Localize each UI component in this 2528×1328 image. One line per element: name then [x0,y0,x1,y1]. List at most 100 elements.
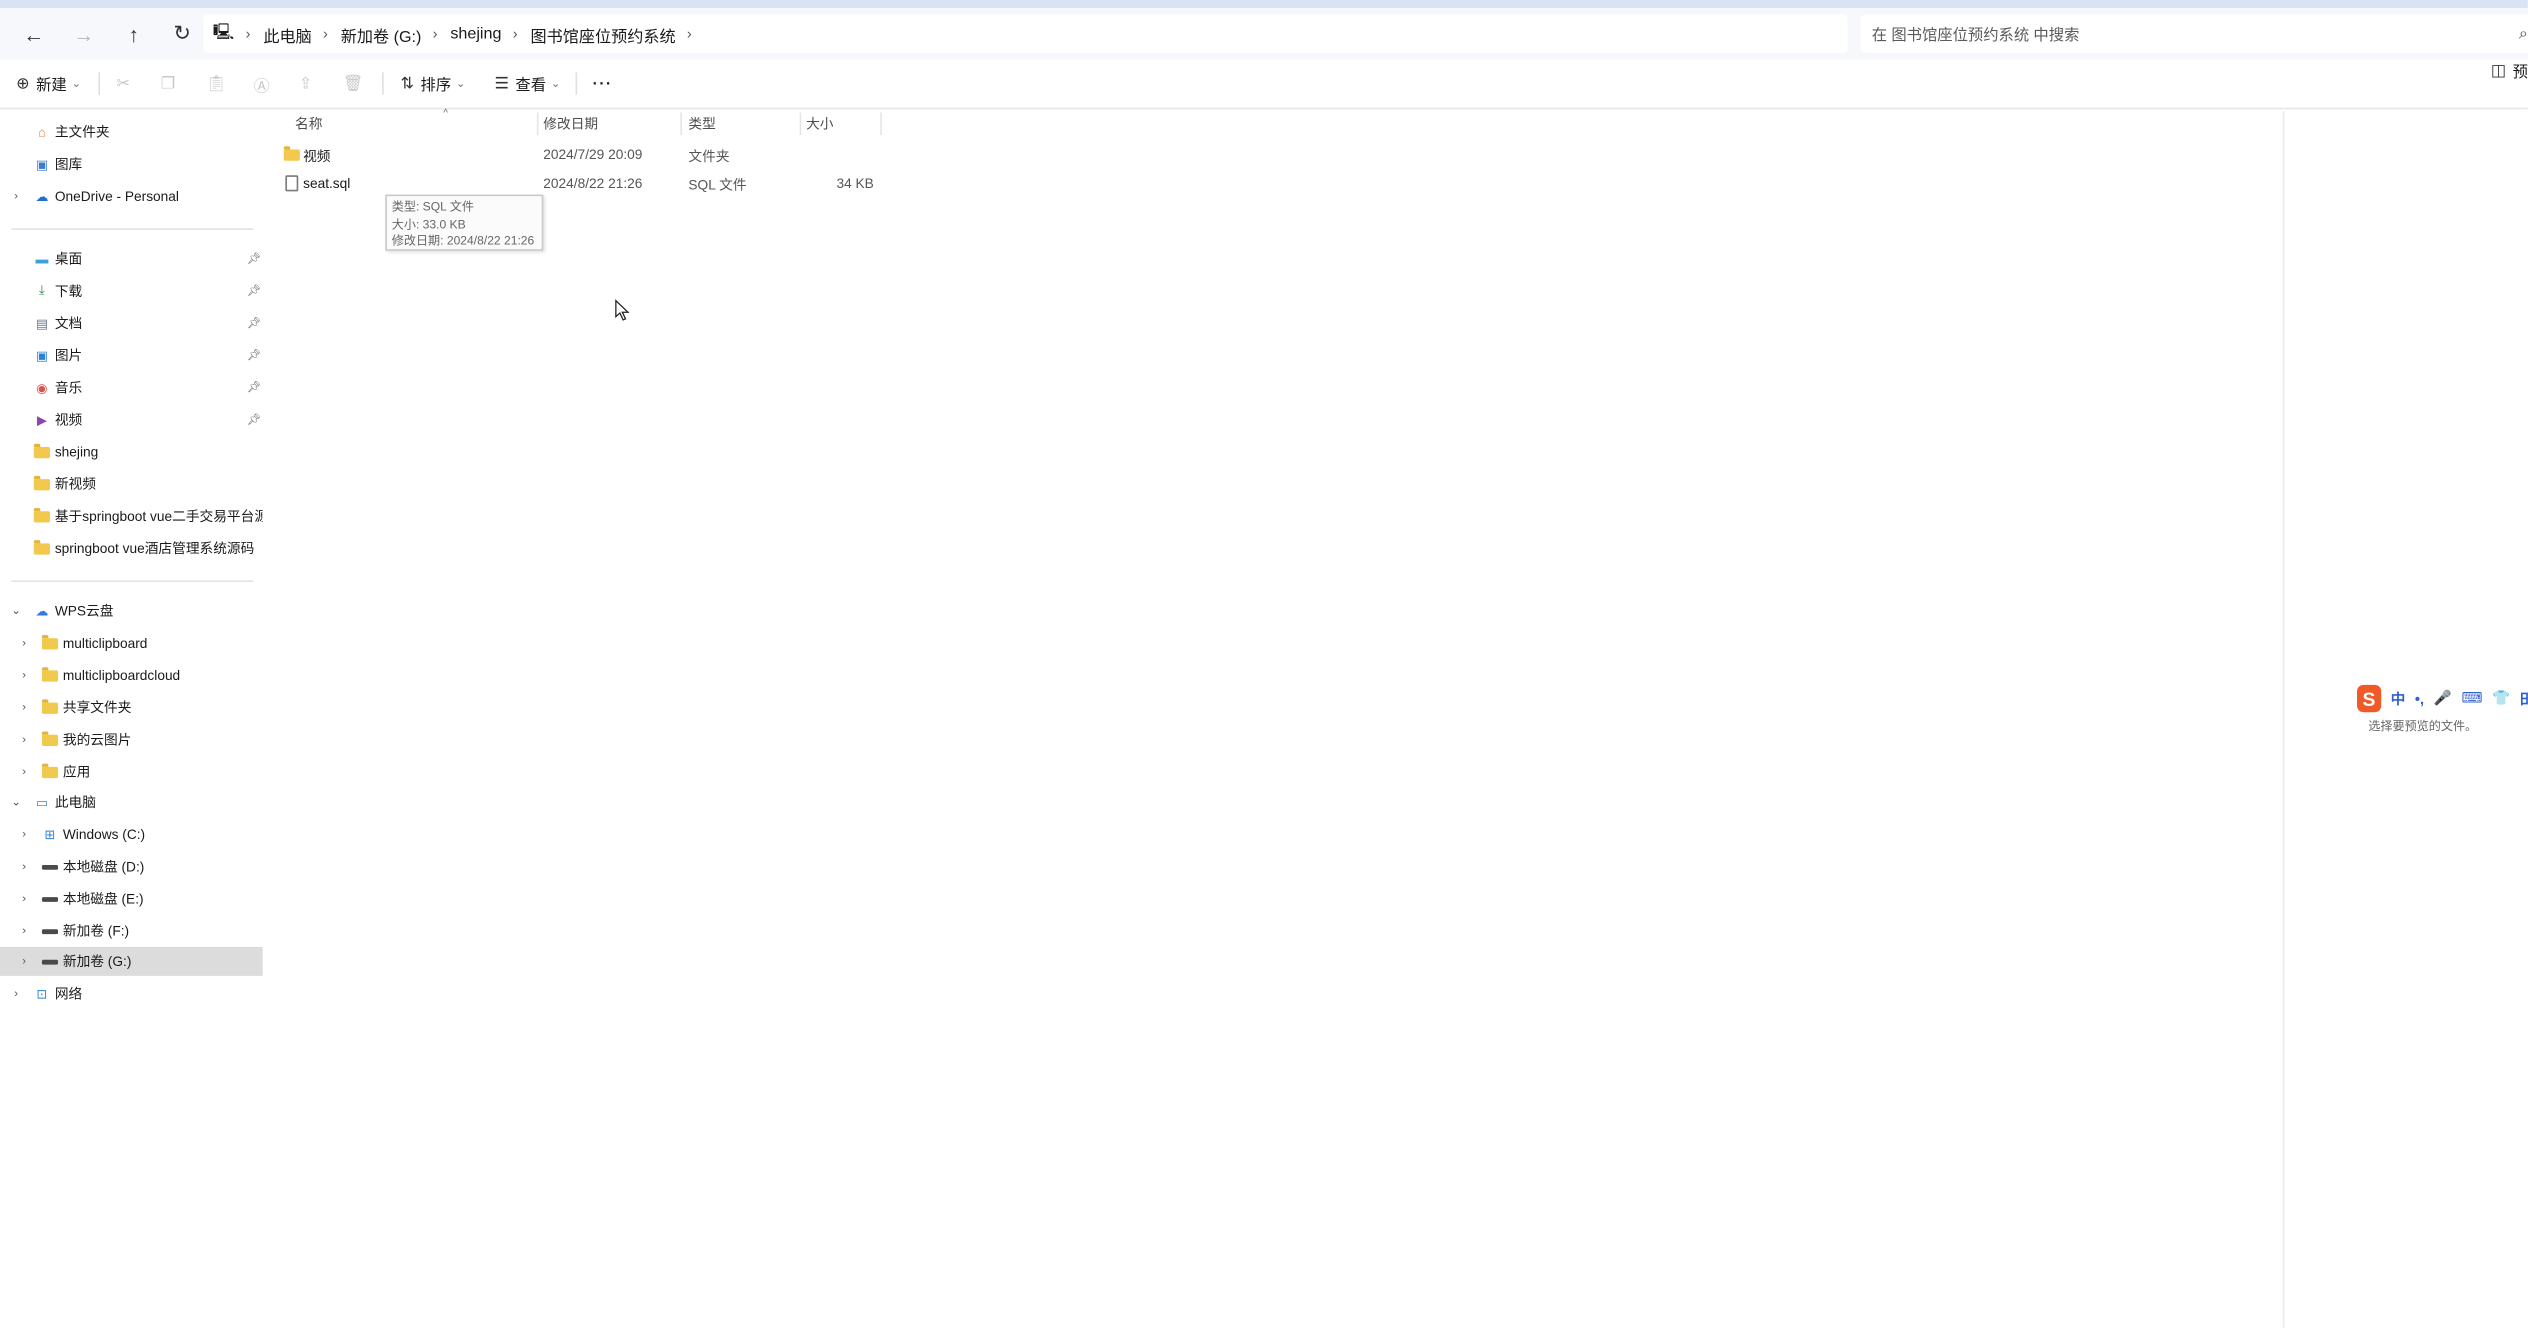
column-header-label: 类型 [688,115,716,132]
sidebar-item-multiclipboard[interactable]: › multiclipboard [0,629,263,658]
pin-icon[interactable]: 📌︎ [247,381,261,394]
pin-icon[interactable]: 📌︎ [247,349,261,361]
ime-language-toggle[interactable]: 中 [2391,688,2406,709]
sogou-logo-icon[interactable]: S [2357,684,2382,713]
column-header-name[interactable]: 名称 ^ [295,109,537,137]
up-button[interactable]: ↑ [116,16,151,51]
sidebar-item-onedrive[interactable]: › ☁ OneDrive - Personal [0,182,263,211]
drive-icon [41,924,59,938]
chevron-right-icon[interactable]: › [18,829,31,840]
sidebar-item-drive-f[interactable]: › 新加卷 (F:) [0,916,263,945]
column-divider[interactable] [536,112,539,136]
sidebar-item-label: multiclipboardcloud [62,667,181,684]
sidebar-item-new-videos[interactable]: 新视频 [0,469,263,498]
chevron-right-icon[interactable]: › [18,925,31,936]
column-header-size[interactable]: 大小 [806,111,879,137]
sidebar-item-home[interactable]: ⌂ 主文件夹 [0,117,263,146]
sidebar-item-gallery[interactable]: ▣ 图库 [0,150,263,179]
breadcrumb-item[interactable]: 新加卷 (G:) [341,22,422,46]
sidebar-item-label: 图库 [54,155,83,173]
toolbox-icon[interactable]: 田 [2520,688,2528,709]
pictures-icon: ▣ [35,348,49,363]
chevron-right-icon[interactable]: › [18,861,31,872]
back-button[interactable]: ← [16,16,51,51]
keyboard-icon[interactable]: ⌨ [2461,690,2482,708]
chevron-right-icon[interactable]: › [10,191,23,202]
ime-punctuation-toggle[interactable]: •, [2415,691,2424,707]
sidebar-item-videos[interactable]: ▶ 视频 📌︎ [0,405,263,434]
chevron-right-icon[interactable]: › [18,766,31,777]
column-header-type[interactable]: 类型 [688,111,801,137]
pin-icon[interactable]: 📌︎ [247,252,261,265]
rename-icon[interactable]: Ⓐ [254,72,270,96]
refresh-button[interactable]: ↻ [164,16,199,51]
sidebar-item-network[interactable]: › ⊡ 网络 [0,979,263,1008]
sidebar-item-documents[interactable]: ▤ 文档 📌︎ [0,309,263,338]
search-icon[interactable]: ⌕ [2519,25,2528,43]
sidebar-item-music[interactable]: ◉ 音乐 📌︎ [0,373,263,402]
sidebar-item-desktop[interactable]: ▬ 桌面 📌︎ [0,244,263,273]
sort-label: 排序 [420,77,452,95]
sidebar-item-multiclipboardcloud[interactable]: › multiclipboardcloud [0,661,263,690]
paste-icon[interactable]: 📋︎ [206,75,226,93]
sidebar-item-drive-e[interactable]: › 本地磁盘 (E:) [0,884,263,913]
sidebar-item-hotel-source[interactable]: springboot vue酒店管理系统源码 [0,534,263,563]
sidebar-item-downloads[interactable]: ⤓ 下载 📌︎ [0,277,263,306]
sidebar-item-secondhand-source[interactable]: 基于springboot vue二手交易平台源码 [0,502,263,531]
sort-button[interactable]: ⇅ 排序 ⌄ [401,72,466,95]
microphone-icon[interactable]: 🎤 [2434,690,2452,708]
breadcrumb-item[interactable]: shejing [450,25,501,43]
pin-icon[interactable]: 📌︎ [247,413,261,426]
skin-icon[interactable]: 👕 [2492,690,2510,708]
chevron-down-icon[interactable]: ⌄ [10,604,23,617]
cut-icon[interactable]: ✂ [117,75,131,93]
sidebar-item-label: 我的云图片 [62,731,132,748]
breadcrumb-item[interactable]: 此电脑 [263,22,311,46]
sidebar-item-apps[interactable]: › 应用 [0,757,263,786]
share-icon[interactable]: ⇪ [299,75,313,93]
chevron-right-icon[interactable]: › [10,988,23,999]
breadcrumb[interactable]: 🖳 › 此电脑 › 新加卷 (G:) › shejing › 图书馆座位预约系统… [203,14,1848,54]
chevron-right-icon[interactable]: › [18,670,31,681]
sidebar-item-label: 桌面 [54,250,83,267]
column-divider[interactable] [880,112,882,136]
sidebar-item-cloud-pictures[interactable]: › 我的云图片 [0,725,263,754]
view-button[interactable]: ☰ 查看 ⌄ [494,72,560,95]
copy-icon[interactable]: ❐ [161,75,175,93]
chevron-right-icon[interactable]: › [18,956,31,967]
sidebar-item-shared-folder[interactable]: › 共享文件夹 [0,693,263,722]
search-input[interactable]: 在 图书馆座位预约系统 中搜索 ⌕ [1860,14,2528,54]
sort-ascending-icon: ^ [443,109,448,119]
table-row[interactable]: seat.sql 2024/8/22 21:26 SQL 文件 34 KB [279,170,884,197]
pin-icon[interactable]: 📌︎ [247,285,261,297]
column-header-modified[interactable]: 修改日期 [543,111,682,137]
delete-icon[interactable]: 🗑︎ [343,75,363,93]
view-label: 查看 [515,77,547,95]
chevron-down-icon[interactable]: ⌄ [10,796,23,808]
sidebar-item-drive-c[interactable]: › ⊞ Windows (C:) [0,820,263,849]
preview-pane-icon: ◫ [2490,61,2507,80]
chevron-right-icon[interactable]: › [18,734,31,745]
chevron-right-icon[interactable]: › [687,26,692,42]
new-button[interactable]: ⊕ 新建 ⌄ [16,72,81,95]
windows-drive-icon: ⊞ [44,827,56,842]
sidebar-item-pictures[interactable]: ▣ 图片 📌︎ [0,341,263,370]
chevron-right-icon[interactable]: › [18,637,31,648]
sidebar-item-drive-g[interactable]: › 新加卷 (G:) [0,946,263,976]
sidebar-item-wps[interactable]: ⌄ ☁ WPS云盘 [0,596,263,625]
pin-icon[interactable]: 📌︎ [247,317,261,329]
column-divider[interactable] [799,112,802,136]
sidebar-item-drive-d[interactable]: › 本地磁盘 (D:) [0,852,263,881]
navigation-pane: ⌂ 主文件夹 ▣ 图库 › ☁ OneDrive - Personal ▬ 桌面… [0,110,263,1328]
breadcrumb-item[interactable]: 图书馆座位预约系统 [530,22,675,46]
preview-pane-button[interactable]: ◫ 预 [2491,59,2528,82]
sidebar-item-shejing[interactable]: shejing [0,437,263,466]
column-divider[interactable] [680,112,682,136]
sidebar-item-this-pc[interactable]: ⌄ ▭ 此电脑 [0,788,263,817]
more-options-button[interactable]: ··· [593,75,613,93]
file-name: 视频 [303,147,331,164]
table-row[interactable]: 视频 2024/7/29 20:09 文件夹 [279,141,884,168]
chevron-right-icon[interactable]: › [18,702,31,713]
forward-button[interactable]: → [66,16,101,51]
chevron-right-icon[interactable]: › [18,893,31,904]
